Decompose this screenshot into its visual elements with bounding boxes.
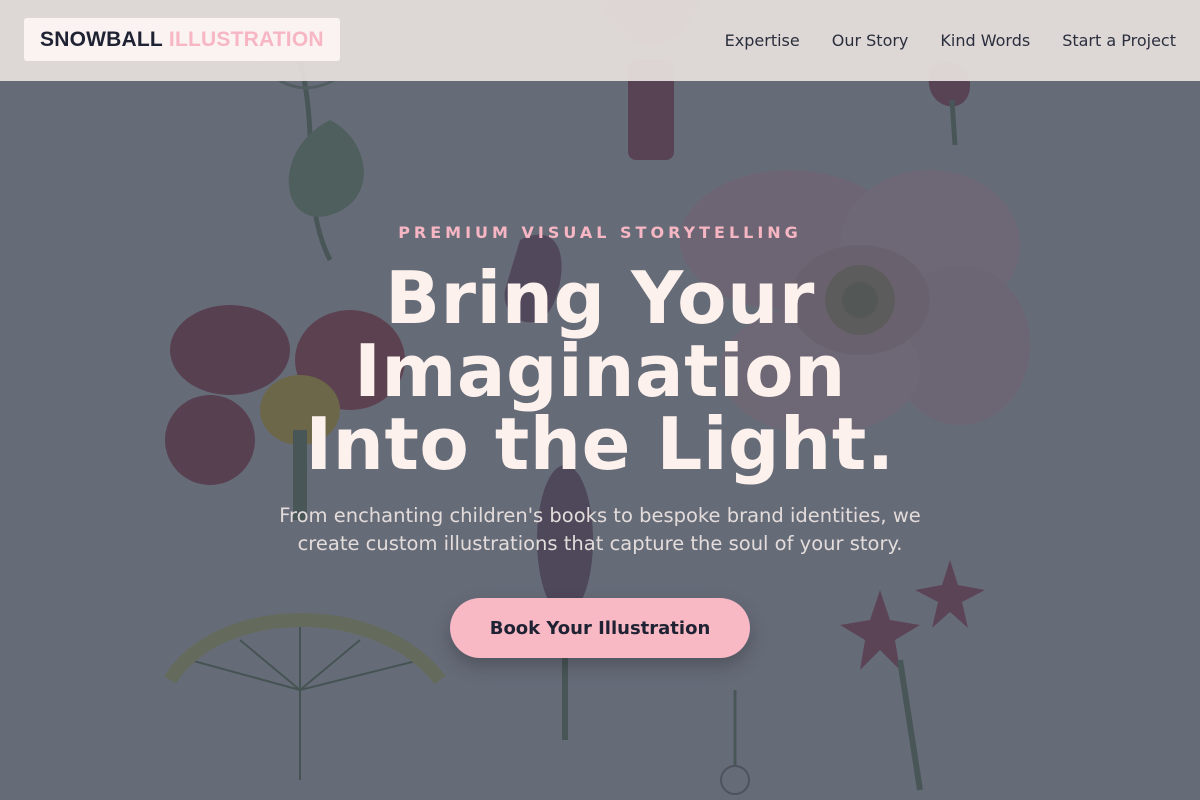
hero-headline-line-3: Into the Light. (305, 402, 895, 486)
brand-name-accent: ILLUSTRATION (168, 27, 324, 51)
hero-eyebrow: PREMIUM VISUAL STORYTELLING (398, 223, 802, 242)
brand-name-primary: SNOWBALL (40, 27, 163, 51)
main-nav: Expertise Our Story Kind Words Start a P… (693, 0, 1176, 81)
top-navbar: SNOWBALL ILLUSTRATION Expertise Our Stor… (0, 0, 1200, 81)
nav-link-start-project[interactable]: Start a Project (1062, 31, 1176, 50)
nav-link-our-story[interactable]: Our Story (832, 31, 909, 50)
hero-headline-line-2: Imagination (354, 329, 846, 413)
hero-section: PREMIUM VISUAL STORYTELLING Bring Your I… (0, 0, 1200, 800)
hero-headline-line-1: Bring Your (385, 256, 815, 340)
brand-logo[interactable]: SNOWBALL ILLUSTRATION (24, 18, 340, 61)
nav-link-expertise[interactable]: Expertise (725, 31, 800, 50)
hero-headline: Bring Your Imagination Into the Light. (0, 262, 1200, 481)
book-illustration-button[interactable]: Book Your Illustration (450, 598, 750, 658)
nav-link-kind-words[interactable]: Kind Words (940, 31, 1030, 50)
hero-subtitle: From enchanting children's books to besp… (279, 504, 921, 555)
